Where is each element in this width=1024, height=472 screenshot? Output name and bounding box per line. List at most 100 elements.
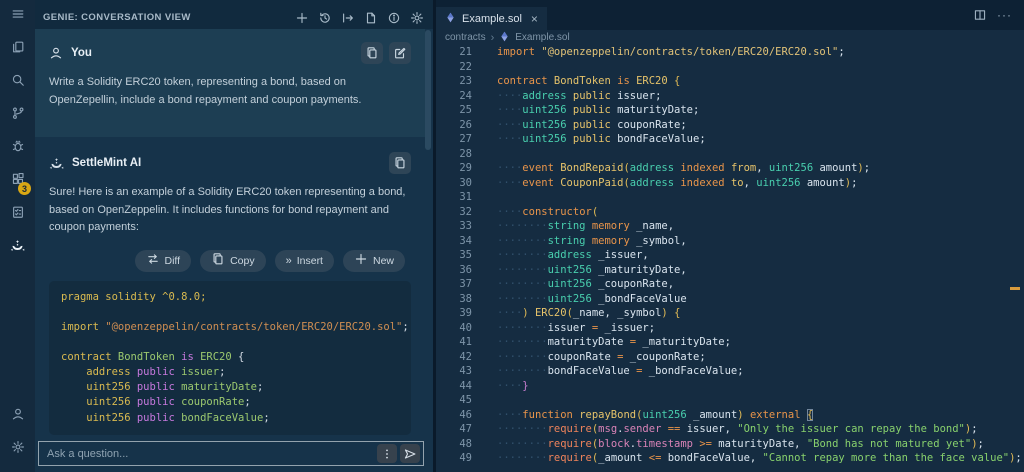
editor-line-text[interactable]: ········couponRate = _couponRate; bbox=[497, 350, 1024, 365]
code-token: ···· bbox=[497, 307, 522, 319]
editor-line-text[interactable]: ····) ERC20(_name, _symbol) { bbox=[497, 306, 1024, 321]
editor-line-text[interactable]: ········bondFaceValue = _bondFaceValue; bbox=[497, 364, 1024, 379]
code-token: constructor bbox=[522, 206, 592, 218]
chat-input[interactable] bbox=[39, 448, 377, 460]
editor-line-text[interactable] bbox=[497, 393, 1024, 408]
editor-line-text[interactable] bbox=[497, 147, 1024, 162]
code-token: address bbox=[548, 249, 599, 261]
editor-line-text[interactable]: ····event BondRepaid(address indexed fro… bbox=[497, 161, 1024, 176]
breadcrumb-item[interactable]: contracts bbox=[445, 32, 486, 43]
editor-line-text[interactable]: ········uint256 _couponRate, bbox=[497, 277, 1024, 292]
line-number: 27 bbox=[436, 132, 472, 147]
editor-line-text[interactable]: ········require(block.timestamp >= matur… bbox=[497, 437, 1024, 452]
editor-line-text[interactable]: ····address public issuer; bbox=[497, 89, 1024, 104]
chat-code-line: import "@openzeppelin/contracts/token/ER… bbox=[61, 320, 399, 335]
editor-line: 29····event BondRepaid(address indexed f… bbox=[436, 161, 1024, 176]
code-token: ; bbox=[219, 366, 225, 378]
editor-line-text[interactable]: ····uint256 public maturityDate; bbox=[497, 103, 1024, 118]
chat-scrollbar-thumb[interactable] bbox=[425, 30, 431, 150]
tab-example-sol[interactable]: Example.sol× bbox=[436, 7, 547, 31]
editor-line-text[interactable]: import "@openzeppelin/contracts/token/ER… bbox=[497, 45, 1024, 60]
breadcrumb-chevron-icon: › bbox=[491, 32, 495, 44]
code-token: ···· bbox=[497, 162, 522, 174]
user-message-edit-button[interactable] bbox=[389, 42, 411, 64]
info-icon[interactable] bbox=[386, 10, 402, 26]
editor-line-text[interactable]: ········string memory _name, bbox=[497, 219, 1024, 234]
editor-line-text[interactable]: ········uint256 _maturityDate, bbox=[497, 263, 1024, 278]
code-token: ········ bbox=[497, 365, 548, 377]
line-number: 47 bbox=[436, 422, 472, 437]
editor-line-text[interactable]: ····event CouponPaid(address indexed to,… bbox=[497, 176, 1024, 191]
tab-close-icon[interactable]: × bbox=[531, 12, 538, 26]
input-more-button[interactable] bbox=[377, 444, 397, 463]
split-editor-icon[interactable] bbox=[973, 8, 987, 22]
editor-line-text[interactable]: ········uint256 _bondFaceValue bbox=[497, 292, 1024, 307]
editor-line: 25····uint256 public maturityDate; bbox=[436, 103, 1024, 118]
code-token: uint256 bbox=[548, 264, 599, 276]
editor-line: 40········issuer = _issuer; bbox=[436, 321, 1024, 336]
account-icon bbox=[11, 407, 25, 426]
chat-code-line: uint256 public maturityDate; bbox=[61, 380, 399, 395]
sidebar-source-control[interactable] bbox=[0, 99, 35, 132]
sidebar-search[interactable] bbox=[0, 66, 35, 99]
export-icon[interactable] bbox=[340, 10, 356, 26]
editor-line-text[interactable]: ········require(_amount <= bondFaceValue… bbox=[497, 451, 1024, 466]
breadcrumb-item[interactable]: Example.sol bbox=[515, 32, 569, 43]
new-chat-icon[interactable] bbox=[294, 10, 310, 26]
code-token: ( bbox=[592, 206, 598, 218]
chat-panel: GENIE: CONVERSATION VIEW You Write a Sol… bbox=[35, 0, 433, 472]
user-message-copy-button[interactable] bbox=[361, 42, 383, 64]
editor-code-area[interactable]: 21import "@openzeppelin/contracts/token/… bbox=[436, 45, 1024, 472]
code-token: ; bbox=[244, 396, 250, 408]
code-token: >= bbox=[699, 438, 718, 450]
sidebar-account[interactable] bbox=[0, 400, 35, 433]
code-token: ERC20 bbox=[636, 75, 674, 87]
sidebar-explorer[interactable] bbox=[0, 33, 35, 66]
activity-bar-top: 3 bbox=[0, 0, 35, 264]
solidity-file-icon bbox=[499, 31, 510, 45]
editor-line-text[interactable]: ········issuer = _issuer; bbox=[497, 321, 1024, 336]
copy-button[interactable]: Copy bbox=[200, 250, 266, 272]
sidebar-settlemint-genie[interactable] bbox=[0, 231, 35, 264]
code-token: public bbox=[573, 90, 617, 102]
history-icon[interactable] bbox=[317, 10, 333, 26]
sidebar-checklist[interactable] bbox=[0, 198, 35, 231]
editor-line-text[interactable]: ········maturityDate = _maturityDate; bbox=[497, 335, 1024, 350]
line-number: 28 bbox=[436, 147, 472, 162]
editor-line-text[interactable]: ····uint256 public couponRate; bbox=[497, 118, 1024, 133]
sidebar-extensions[interactable]: 3 bbox=[0, 165, 35, 198]
editor-line-text[interactable]: ····uint256 public bondFaceValue; bbox=[497, 132, 1024, 147]
new-button[interactable]: New bbox=[343, 250, 405, 272]
code-token: _symbol, bbox=[636, 235, 687, 247]
editor-line-text[interactable]: ····} bbox=[497, 379, 1024, 394]
editor-tabs: Example.sol× bbox=[436, 7, 547, 30]
send-button[interactable] bbox=[400, 444, 420, 463]
user-message-actions bbox=[361, 42, 411, 64]
sidebar-debug[interactable] bbox=[0, 132, 35, 165]
editor-line-text[interactable]: contract BondToken is ERC20 { bbox=[497, 74, 1024, 89]
editor-line-text[interactable]: ········address _issuer, bbox=[497, 248, 1024, 263]
code-token: ········ bbox=[497, 322, 548, 334]
editor-line-text[interactable]: ········string memory _symbol, bbox=[497, 234, 1024, 249]
line-number: 43 bbox=[436, 364, 472, 379]
sidebar-menu[interactable] bbox=[0, 0, 35, 33]
explorer-icon bbox=[11, 40, 25, 59]
more-actions-icon[interactable]: ··· bbox=[997, 8, 1012, 22]
code-token: public bbox=[573, 119, 617, 131]
sidebar-settings[interactable] bbox=[0, 433, 35, 466]
editor-line-text[interactable]: ····function repayBond(uint256 _amount) … bbox=[497, 408, 1024, 423]
source-control-icon bbox=[11, 106, 25, 125]
code-token: uint256 bbox=[61, 396, 137, 408]
editor-line-text[interactable]: ····constructor( bbox=[497, 205, 1024, 220]
ai-message-copy-button[interactable] bbox=[389, 152, 411, 174]
code-token: ········ bbox=[497, 438, 548, 450]
insert-button[interactable]: »Insert bbox=[275, 250, 334, 272]
code-token: { bbox=[674, 75, 680, 87]
diff-button[interactable]: Diff bbox=[135, 250, 192, 272]
editor-line-text[interactable] bbox=[497, 60, 1024, 75]
settings-icon[interactable] bbox=[409, 10, 425, 26]
file-icon[interactable] bbox=[363, 10, 379, 26]
editor-line-text[interactable] bbox=[497, 190, 1024, 205]
code-token: "Cannot repay more than the face value" bbox=[763, 452, 1010, 464]
editor-line-text[interactable]: ········require(msg.sender == issuer, "O… bbox=[497, 422, 1024, 437]
